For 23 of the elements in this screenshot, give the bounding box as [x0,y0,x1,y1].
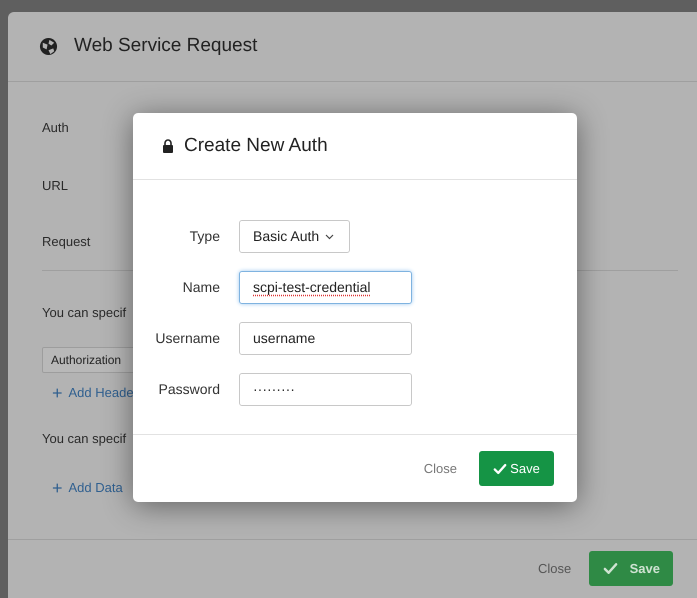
type-select[interactable]: Basic Auth [239,220,350,253]
save-button[interactable]: Save [479,451,554,486]
close-button[interactable]: Close [538,558,572,578]
field-label: Password [158,380,221,399]
dialog-title: Create New Auth [184,134,328,158]
close-button[interactable]: Close [424,458,457,478]
hint-text: You can specif [42,430,126,446]
hint-text: You can specif [42,304,126,320]
check-icon [602,561,618,576]
form-label: Request [42,234,90,249]
window-title: Web Service Request [74,34,258,58]
check-icon [493,462,508,476]
form-label: URL [42,178,68,192]
input-field[interactable]: ········· [239,373,412,406]
field-label: Username [154,329,221,348]
field-label: Type [188,227,221,246]
input-field[interactable]: scpi-test-credential [239,271,412,304]
field-label: Name [182,278,221,297]
form-label: Auth [42,120,69,135]
input-field[interactable]: username [239,322,412,355]
globe-icon [39,37,58,56]
chevron-down-icon [325,234,334,240]
lock-icon [162,139,174,153]
